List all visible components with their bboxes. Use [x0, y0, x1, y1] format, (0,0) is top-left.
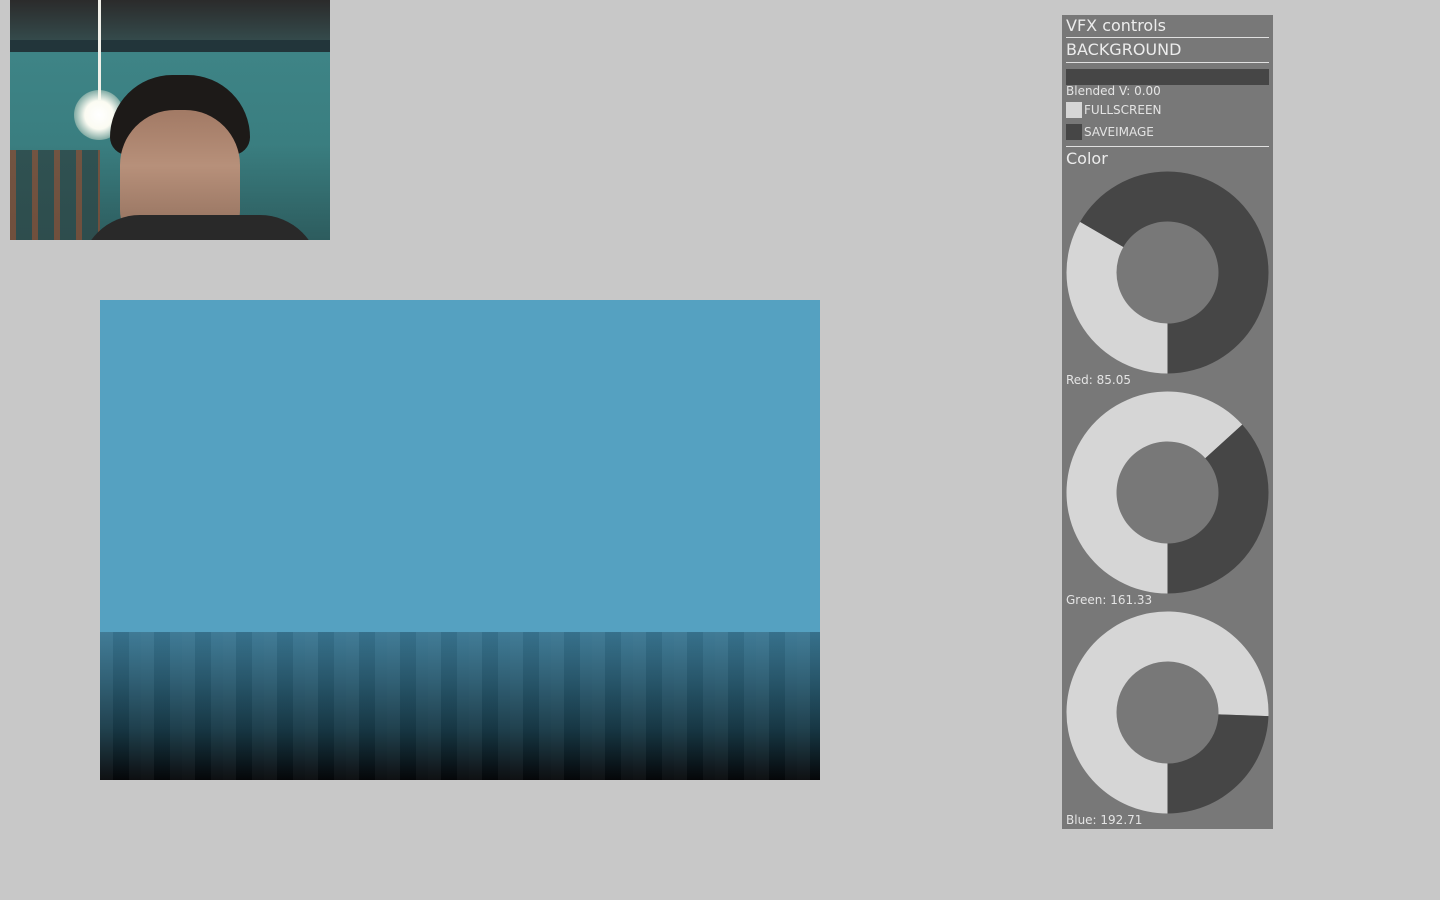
blended-slider[interactable] [1066, 69, 1269, 85]
green-knob[interactable] [1066, 391, 1269, 594]
knob-remaining-arc [1167, 714, 1269, 814]
green-value-label: Green: 161.33 [1066, 593, 1153, 607]
webcam-ceiling-beam [10, 40, 330, 52]
render-webcam-smear [100, 632, 820, 780]
blue-knob[interactable] [1066, 611, 1269, 814]
red-knob[interactable] [1066, 171, 1269, 374]
red-value-label: Red: 85.05 [1066, 373, 1132, 387]
saveimage-label: SAVEIMAGE [1084, 125, 1154, 139]
webcam-lamp-cord [98, 0, 101, 100]
divider [1066, 37, 1269, 38]
panel-title: VFX controls [1066, 16, 1166, 35]
blue-value-label: Blue: 192.71 [1066, 813, 1143, 827]
saveimage-toggle[interactable] [1066, 124, 1082, 140]
blended-value-label: Blended V: 0.00 [1066, 84, 1161, 98]
vfx-controls-panel: VFX controls BACKGROUND Blended V: 0.00 … [1062, 15, 1273, 829]
knob-remaining-arc [1167, 424, 1269, 594]
divider [1066, 62, 1269, 63]
background-section-label: BACKGROUND [1066, 40, 1182, 59]
webcam-shelf [10, 150, 100, 240]
webcam-ceiling [10, 0, 330, 40]
fullscreen-label: FULLSCREEN [1084, 103, 1162, 117]
knob-value-arc [1066, 221, 1168, 374]
webcam-preview [10, 0, 330, 240]
fullscreen-toggle[interactable] [1066, 102, 1082, 118]
color-section-label: Color [1066, 149, 1108, 168]
webcam-person-shoulders [80, 215, 320, 240]
divider [1066, 146, 1269, 147]
render-output [100, 300, 820, 780]
